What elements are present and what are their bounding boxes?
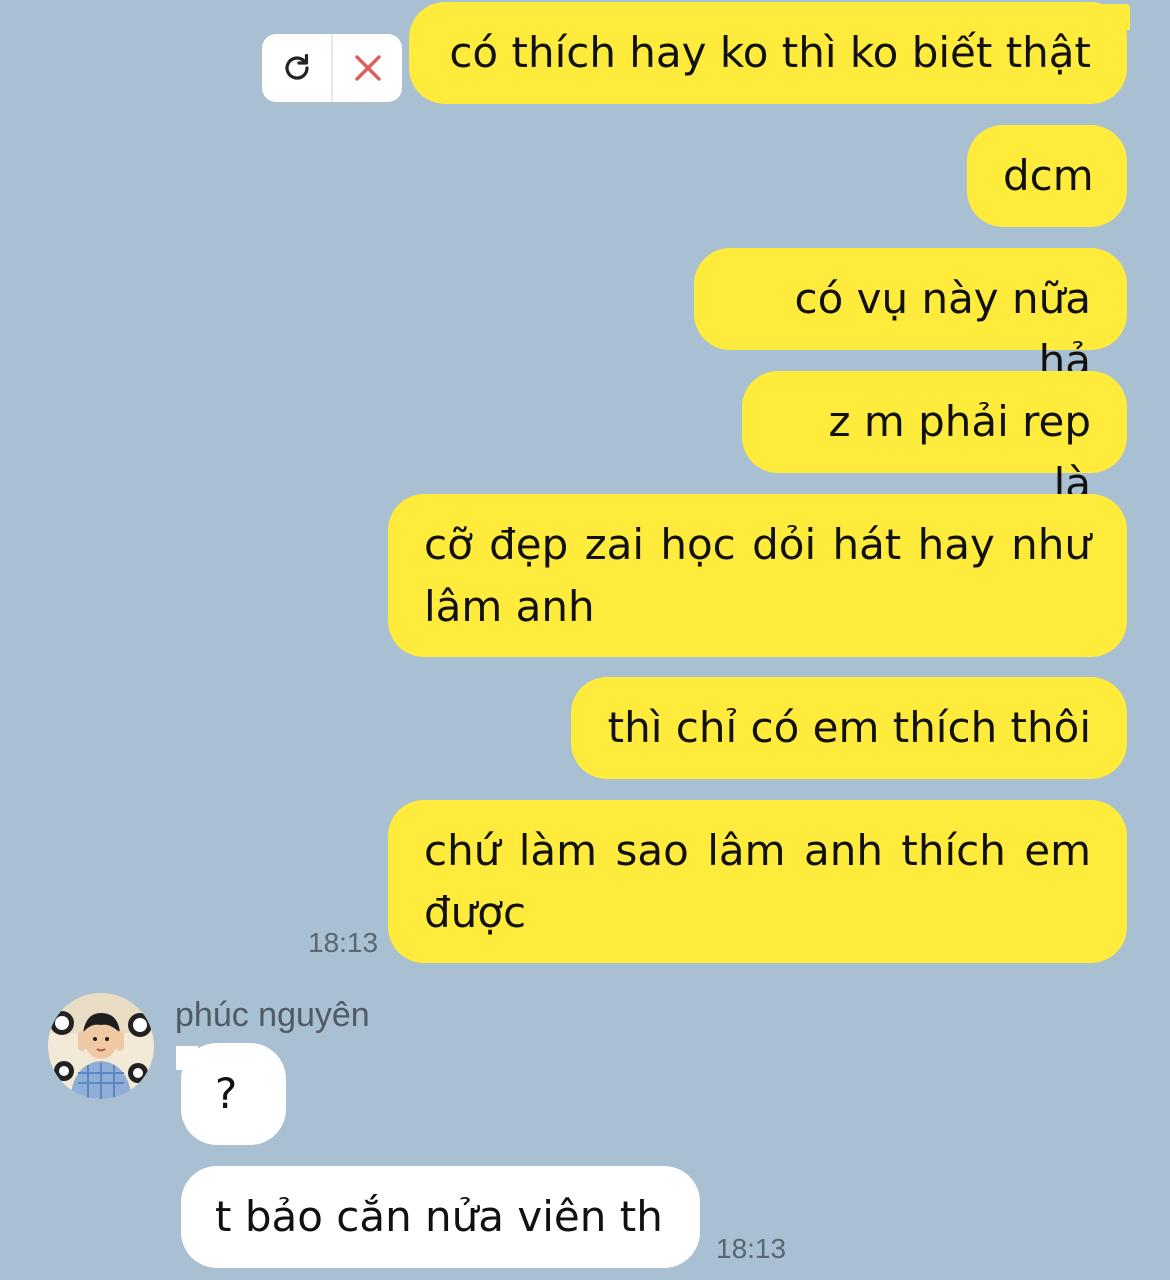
message-timestamp: 18:13 bbox=[308, 927, 379, 958]
sent-message[interactable]: z m phải rep là bbox=[742, 371, 1127, 508]
failed-send-actions bbox=[262, 34, 402, 102]
refresh-icon bbox=[284, 53, 309, 80]
sent-message[interactable]: dcm bbox=[967, 125, 1127, 227]
sender-name: phúc nguyên bbox=[175, 996, 370, 1034]
retry-button[interactable] bbox=[262, 34, 331, 102]
sent-message[interactable]: có vụ này nữa hả bbox=[694, 248, 1127, 385]
received-message[interactable]: t bảo cắn nửa viên th bbox=[181, 1166, 700, 1268]
close-icon bbox=[354, 55, 381, 81]
sent-message[interactable]: thì chỉ có em thích thôi bbox=[571, 677, 1127, 779]
avatar[interactable] bbox=[48, 993, 154, 1099]
received-message[interactable]: ? bbox=[181, 1043, 286, 1145]
message-timestamp: 18:13 bbox=[716, 1233, 787, 1264]
sent-message[interactable]: cỡ đẹp zai học dỏi hát hay như lâm anh bbox=[388, 494, 1127, 657]
sent-message[interactable]: chứ làm sao lâm anh thích em được bbox=[388, 800, 1127, 963]
cancel-send-button[interactable] bbox=[331, 34, 402, 102]
sent-message[interactable]: có thích hay ko thì ko biết thật bbox=[409, 2, 1127, 104]
